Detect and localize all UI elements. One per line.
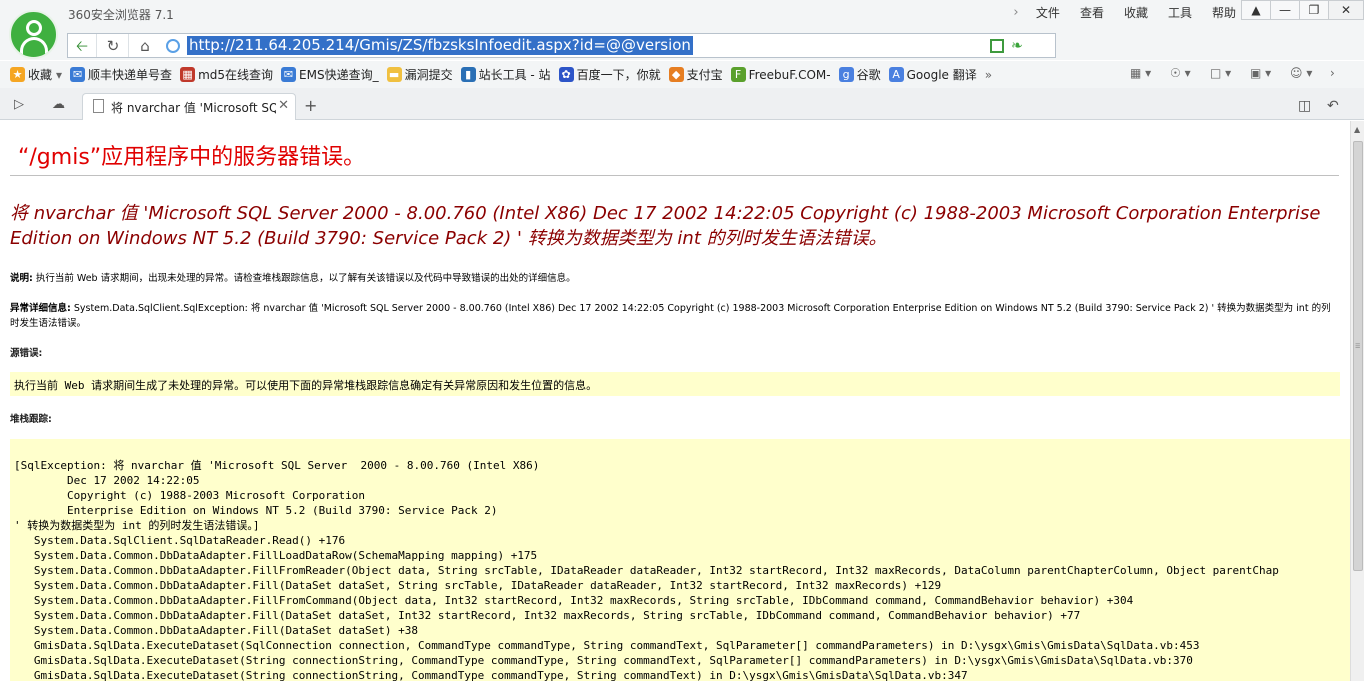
bookmark-label: 顺丰快递单号查 <box>88 68 173 82</box>
document-icon <box>93 99 104 113</box>
star-icon: ★ <box>10 67 25 82</box>
g-icon: g <box>838 67 854 82</box>
bookmark-label: EMS快递查询_ <box>299 68 379 82</box>
bookmark-item[interactable]: g 谷歌 <box>838 66 881 83</box>
bookmark-label: 站长工具 - 站 <box>478 68 551 82</box>
description: 说明: 执行当前 Web 请求期间，出现未处理的异常。请检查堆栈跟踪信息，以了解… <box>10 271 1340 286</box>
bookmark-item[interactable]: ✉ 顺丰快递单号查 <box>70 66 172 83</box>
chart-icon: ▮ <box>460 67 476 82</box>
bookmark-item[interactable]: ✿ 百度一下，你就 <box>558 66 661 83</box>
bookmark-item[interactable]: ★ 收藏 ▾ <box>10 66 62 83</box>
menu-bar: › 文件 查看 收藏 工具 帮助 <box>1006 4 1246 21</box>
scrollbar-thumb[interactable] <box>1353 141 1363 571</box>
source-error-label: 源错误: <box>10 348 43 359</box>
f-icon: F <box>730 67 746 82</box>
grid-icon: ▦ <box>180 67 196 82</box>
bookmark-icon: ✉ <box>70 67 86 82</box>
bookmark-label: 谷歌 <box>856 68 881 82</box>
translate-icon: A <box>888 67 904 82</box>
folder-icon: ▬ <box>386 67 402 82</box>
tab-list-icon[interactable]: ◫ <box>1298 98 1311 114</box>
stack-trace-label: 堆栈跟踪: <box>10 414 52 425</box>
menu-view[interactable]: 查看 <box>1070 4 1114 21</box>
more-bookmarks-icon[interactable]: » <box>985 68 992 82</box>
refresh-icon[interactable]: ↻ <box>101 36 125 56</box>
bookmark-label: Google 翻译 <box>906 68 977 82</box>
stack-trace-box: [SqlException: 将 nvarchar 值 'Microsoft S… <box>10 439 1350 681</box>
translate-icon[interactable]: □ ▾ <box>1210 66 1236 82</box>
globe-icon <box>166 39 180 53</box>
bookmark-item[interactable]: F FreebuF.COM- <box>730 67 831 82</box>
bookmark-label: 百度一下，你就 <box>576 68 661 82</box>
divider <box>10 175 1339 176</box>
bookmark-icon: ✉ <box>281 67 297 82</box>
toolbar-extensions: ▦ ▾ ☉ ▾ □ ▾ ▣ ▾ ☺ ▾ › <box>1130 66 1356 82</box>
scroll-up-icon[interactable]: ▲ <box>1354 125 1360 134</box>
source-error-box: 执行当前 Web 请求期间生成了未处理的异常。可以使用下面的异常堆栈跟踪信息确定… <box>10 372 1340 396</box>
bookmark-label: FreebuF.COM- <box>748 67 831 82</box>
menu-help[interactable]: 帮助 <box>1202 4 1246 21</box>
exception-details: 异常详细信息: System.Data.SqlClient.SqlExcepti… <box>10 301 1340 331</box>
maximize-button[interactable]: ❐ <box>1299 0 1329 20</box>
tab-active[interactable]: 将 nvarchar 值 'Microsoft SQL ✕ <box>82 93 296 120</box>
menu-tools[interactable]: 工具 <box>1158 4 1202 21</box>
description-label: 说明: <box>10 273 33 284</box>
bookmark-item[interactable]: A Google 翻译 <box>888 66 977 83</box>
minimize-button[interactable]: — <box>1270 0 1300 20</box>
app-title: 360安全浏览器 7.1 <box>68 8 174 22</box>
menu-favorites[interactable]: 收藏 <box>1114 4 1158 21</box>
security-icon[interactable]: ☉ ▾ <box>1170 66 1196 82</box>
bookmark-label: 支付宝 <box>686 68 723 82</box>
bookmark-label: 收藏 <box>28 68 53 82</box>
bookmark-item[interactable]: ✉ EMS快递查询_ <box>281 66 379 83</box>
window-controls: ▲ — ❐ ✕ <box>1241 0 1364 20</box>
error-message: 将 nvarchar 值 'Microsoft SQL Server 2000 … <box>10 203 1321 249</box>
grip-icon: ☰ <box>1355 343 1361 350</box>
leaf-icon[interactable]: ❧ <box>1011 38 1023 54</box>
page-title: “/gmis”应用程序中的服务器错误。 <box>18 145 366 170</box>
menu-file[interactable]: 文件 <box>1026 4 1070 21</box>
bookmark-item[interactable]: ▦ md5在线查询 <box>180 66 273 83</box>
bookmark-label: 漏洞提交 <box>404 68 453 82</box>
bookmark-item[interactable]: ◆ 支付宝 <box>668 66 723 83</box>
bookmark-item[interactable]: ▮ 站长工具 - 站 <box>460 66 551 83</box>
chevron-down-icon[interactable]: ▾ <box>56 68 62 82</box>
more-icon[interactable]: › <box>1330 66 1356 82</box>
stack-trace-text: [SqlException: 将 nvarchar 值 'Microsoft S… <box>14 459 1279 681</box>
chevron-right-icon[interactable]: › <box>1006 5 1026 20</box>
bookmark-item[interactable]: ▬ 漏洞提交 <box>386 66 453 83</box>
page-content: “/gmis”应用程序中的服务器错误。 将 nvarchar 值 'Micros… <box>0 121 1350 681</box>
address-box[interactable]: 🡠 ↻ ⌂ http://211.64.205.214/Gmis/ZS/fbzs… <box>67 33 1056 58</box>
paw-icon: ✿ <box>558 67 574 82</box>
tab-bar: ▷ ☁ 将 nvarchar 值 'Microsoft SQL ✕ <box>0 88 1364 120</box>
qr-code-icon[interactable] <box>990 39 1004 53</box>
sidebar-toggle-icon[interactable]: ▷ <box>14 97 24 112</box>
vertical-scrollbar[interactable]: ▲ ☰ <box>1350 121 1364 681</box>
new-tab-button[interactable]: + <box>304 96 317 115</box>
title-bar: 360安全浏览器 7.1 › 文件 查看 收藏 工具 帮助 ▲ — ❐ ✕ <box>0 0 1364 30</box>
url-field[interactable]: http://211.64.205.214/Gmis/ZS/fbzsksInfo… <box>187 36 693 55</box>
apps-icon[interactable]: ▦ ▾ <box>1130 66 1156 82</box>
address-bar-row: 🡠 ↻ ⌂ http://211.64.205.214/Gmis/ZS/fbzs… <box>0 30 1364 88</box>
screenshot-icon[interactable]: ▣ ▾ <box>1250 66 1276 82</box>
browser-logo-icon[interactable] <box>9 10 58 59</box>
exception-label: 异常详细信息: <box>10 303 71 314</box>
bookmark-label: md5在线查询 <box>198 68 274 82</box>
back-icon[interactable]: 🡠 <box>70 36 94 56</box>
undo-close-icon[interactable]: ↶ <box>1327 98 1339 114</box>
description-text: 执行当前 Web 请求期间，出现未处理的异常。请检查堆栈跟踪信息，以了解有关该错… <box>35 273 576 284</box>
tab-title: 将 nvarchar 值 'Microsoft SQL <box>111 101 276 115</box>
close-button[interactable]: ✕ <box>1328 0 1364 20</box>
tab-close-icon[interactable]: ✕ <box>278 98 289 113</box>
cloud-icon[interactable]: ☁ <box>52 97 65 112</box>
exception-text: System.Data.SqlClient.SqlException: 将 nv… <box>10 303 1331 329</box>
home-icon[interactable]: ⌂ <box>133 36 157 56</box>
shield-icon: ◆ <box>668 67 684 82</box>
skin-icon[interactable]: ▲ <box>1241 0 1271 20</box>
games-icon[interactable]: ☺ ▾ <box>1290 66 1316 82</box>
